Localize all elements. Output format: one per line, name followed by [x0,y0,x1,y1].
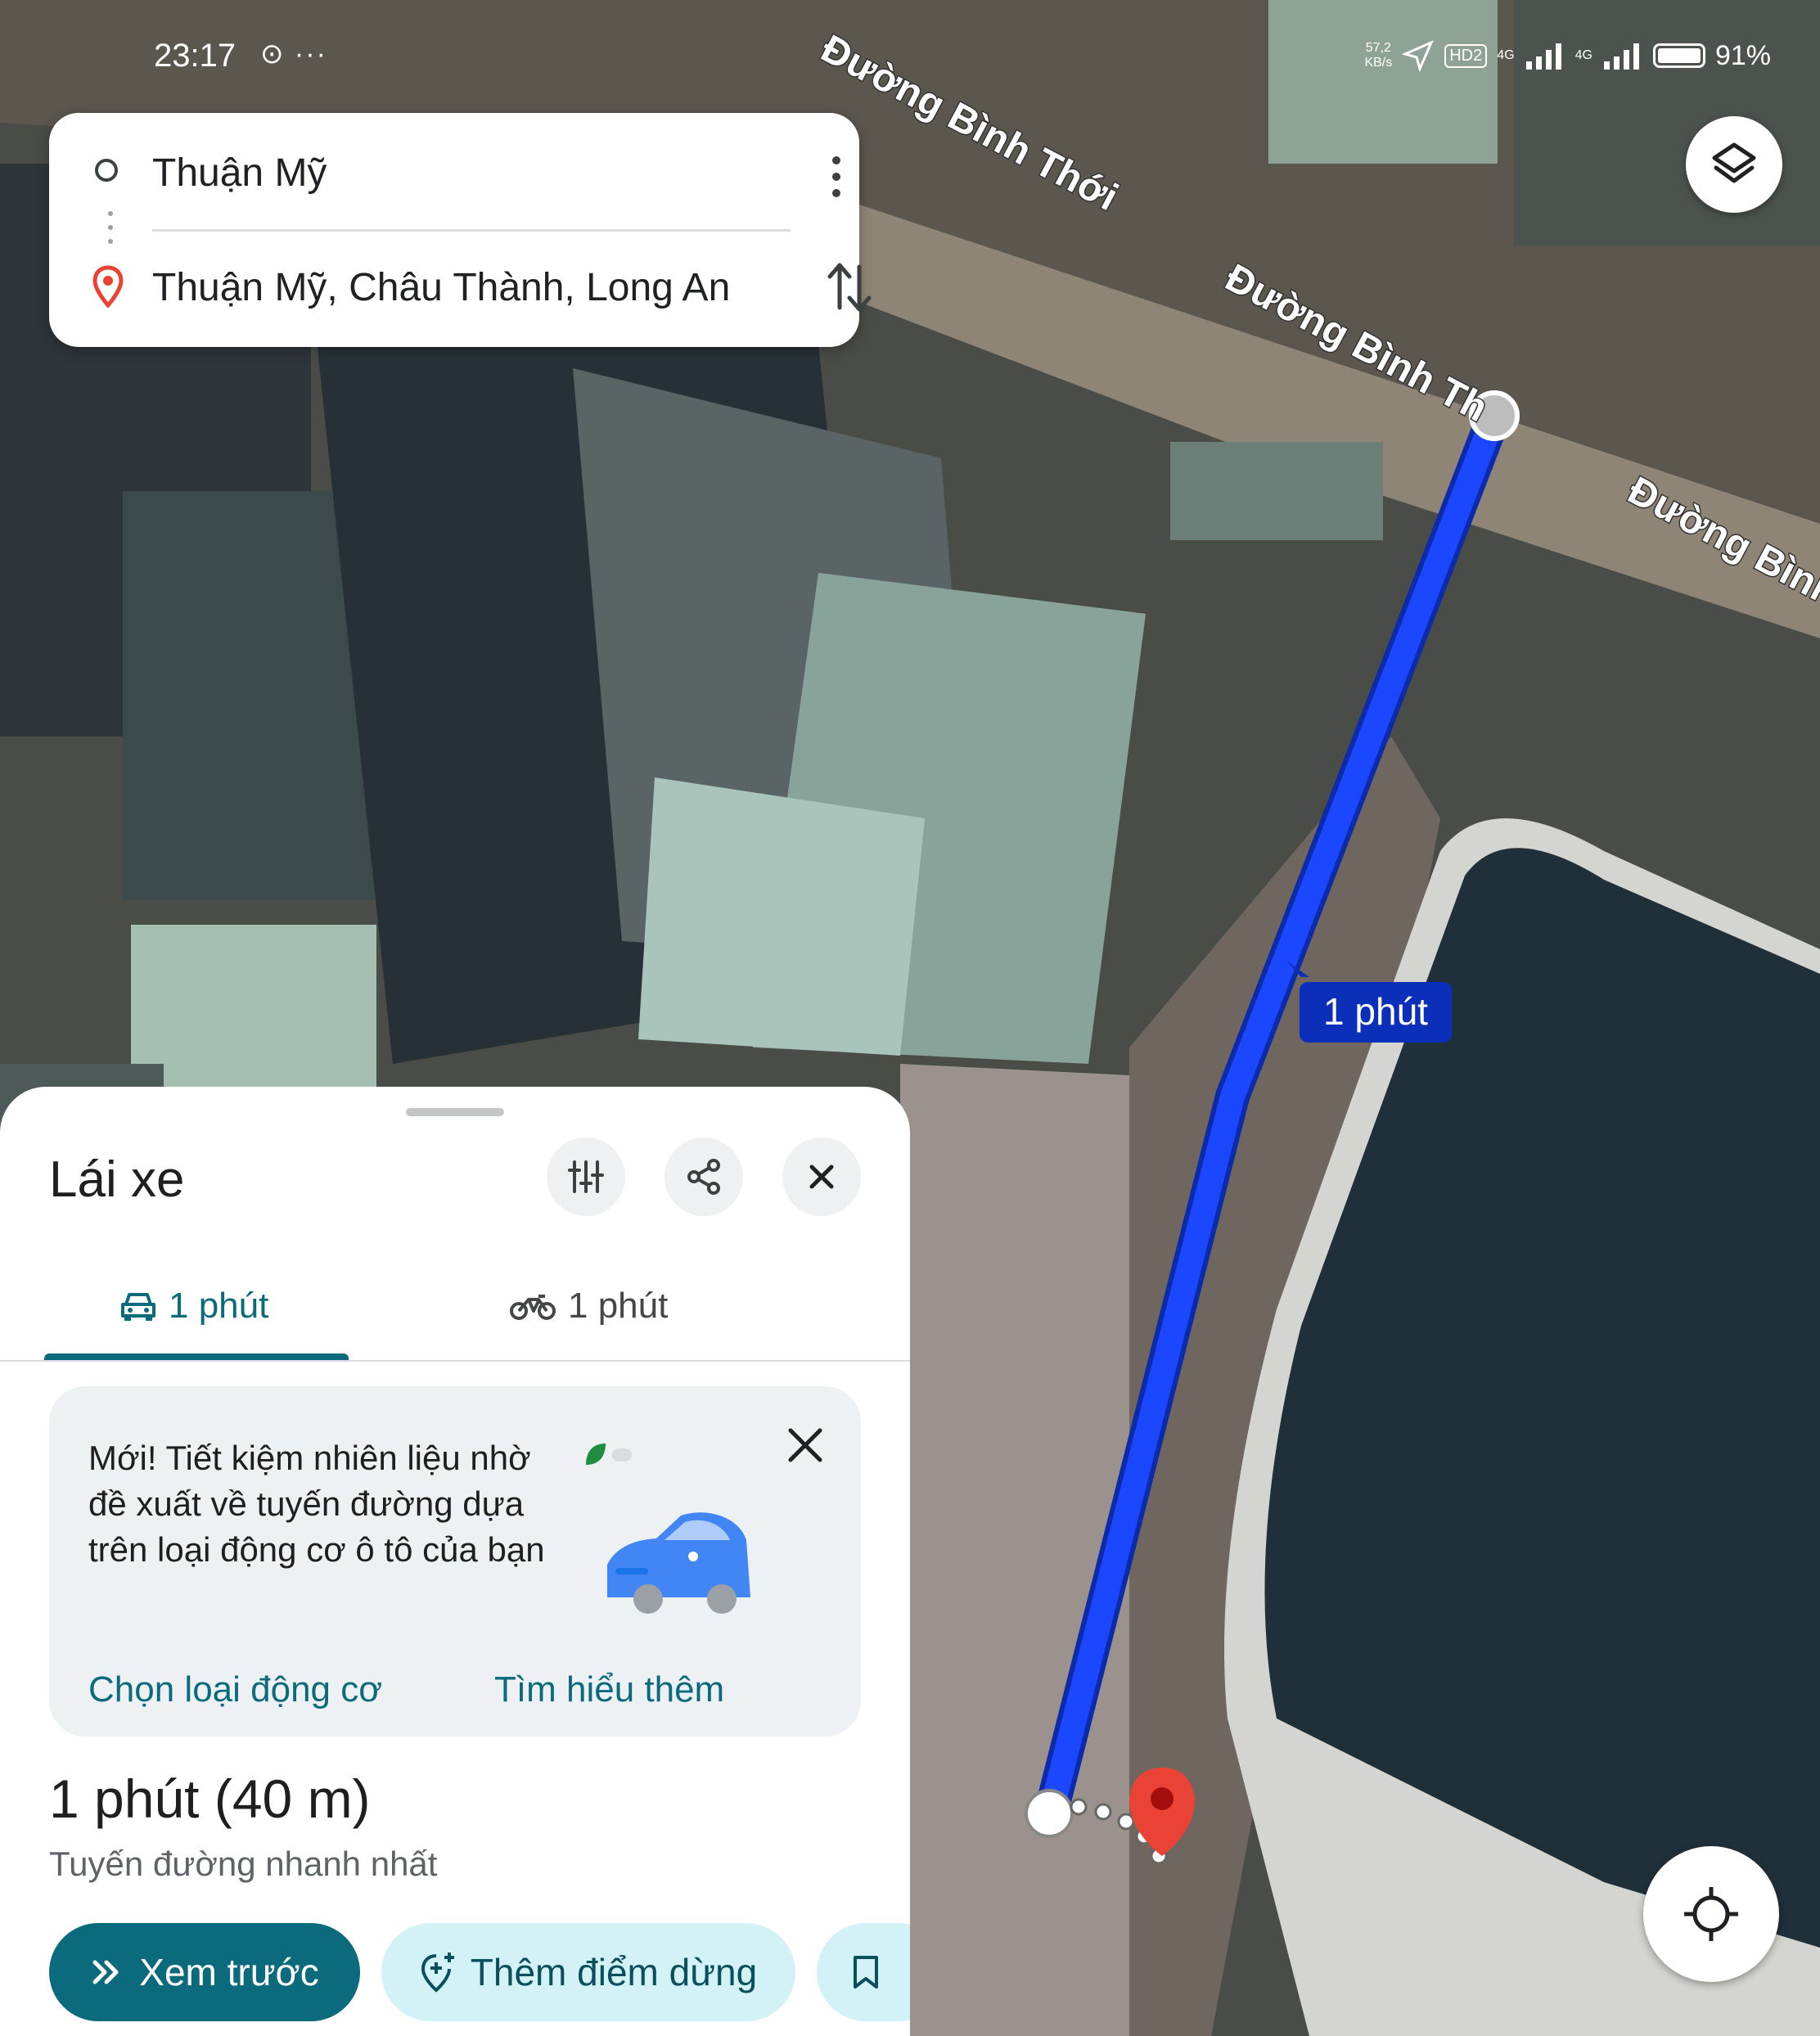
origin-circle-icon [95,159,118,182]
tabs-divider [0,1360,910,1362]
location-arrow-icon [1402,40,1435,72]
tab-car-label: 1 phút [169,1286,269,1326]
double-chevron-right-icon [92,1960,119,1984]
add-stop-button[interactable]: Thêm điểm dừng [381,1923,795,2021]
layers-button[interactable] [1686,116,1782,213]
share-button[interactable] [664,1137,743,1216]
search-divider [152,229,791,232]
route-start-dot [1025,1789,1074,1838]
close-directions-button[interactable] [782,1137,861,1216]
sliders-icon [568,1160,604,1193]
fuel-saving-promo-card: Mới! Tiết kiệm nhiên liệu nhờ đề xuất về… [49,1386,861,1736]
preview-button-label: Xem trước [139,1951,319,1993]
destination-field[interactable]: Thuận Mỹ, Châu Thành, Long An [152,265,730,310]
layers-icon [1712,142,1756,183]
crosshair-icon [1684,1887,1738,1941]
destination-pin-small-icon [92,265,124,308]
swap-directions-icon[interactable] [825,259,874,316]
signal-1-label: 4G [1497,48,1515,62]
share-icon [687,1159,720,1195]
status-bar: 23:17 ⊙ ··· 57,2 KB/s HD2 4G 4G 91% [0,0,1820,115]
active-tab-indicator [44,1354,349,1360]
status-right-group: 57,2 KB/s HD2 4G 4G 91% [1364,39,1771,72]
signal-1-icon [1525,43,1561,70]
add-stop-button-label: Thêm điểm dừng [470,1951,758,1993]
close-icon [809,1164,834,1189]
route-connector-dots [108,211,113,244]
origin-field[interactable]: Thuận Mỹ [152,151,327,196]
signal-2-icon [1603,43,1639,70]
car-icon [121,1293,155,1321]
add-location-icon [421,1953,454,1993]
tab-car[interactable]: 1 phút [119,1273,268,1339]
status-time: 23:17 [154,38,237,74]
motorbike-icon [510,1295,556,1320]
battery-icon [1652,43,1705,68]
net-speed-unit: KB/s [1364,56,1393,70]
hd-badge: HD2 [1444,43,1488,68]
net-speed-value: 57,2 [1365,41,1391,55]
more-options-icon[interactable] [828,152,845,201]
choose-engine-type-link[interactable]: Chọn loại động cơ [88,1669,382,1710]
directions-bottom-sheet: Lái xe 1 phút 1 phút Mới! Tiết kiệm nhiê… [0,1087,910,2036]
route-time-distance: 1 phút (40 m) [49,1768,371,1829]
directions-search-card: Thuận Mỹ Thuận Mỹ, Châu Thành, Long An [49,113,872,347]
preview-button[interactable]: Xem trước [49,1923,360,2021]
signal-2-label: 4G [1574,48,1592,62]
tab-motorbike[interactable]: 1 phút [509,1273,668,1339]
my-location-button[interactable] [1643,1846,1779,1982]
route-time-callout-text: 1 phút [1323,990,1428,1033]
battery-level: 91% [1714,39,1771,71]
tab-motorbike-label: 1 phút [568,1286,669,1326]
status-notification-icons: ⊙ ··· [260,38,327,70]
eco-toggle-icon [586,1444,632,1465]
net-speed: 57,2 KB/s [1364,41,1392,70]
bookmark-icon [854,1956,878,1989]
route-subtitle: Tuyến đường nhanh nhất [49,1845,438,1883]
car-illustration-icon [607,1512,750,1614]
drag-handle[interactable] [406,1108,504,1116]
promo-close-icon[interactable] [776,1416,835,1475]
sheet-title: Lái xe [49,1151,185,1208]
route-options-button[interactable] [547,1137,625,1216]
promo-text: Mới! Tiết kiệm nhiên liệu nhờ đề xuất về… [88,1439,545,1569]
save-route-button[interactable] [817,1923,910,2021]
learn-more-link[interactable]: Tìm hiểu thêm [494,1669,724,1710]
